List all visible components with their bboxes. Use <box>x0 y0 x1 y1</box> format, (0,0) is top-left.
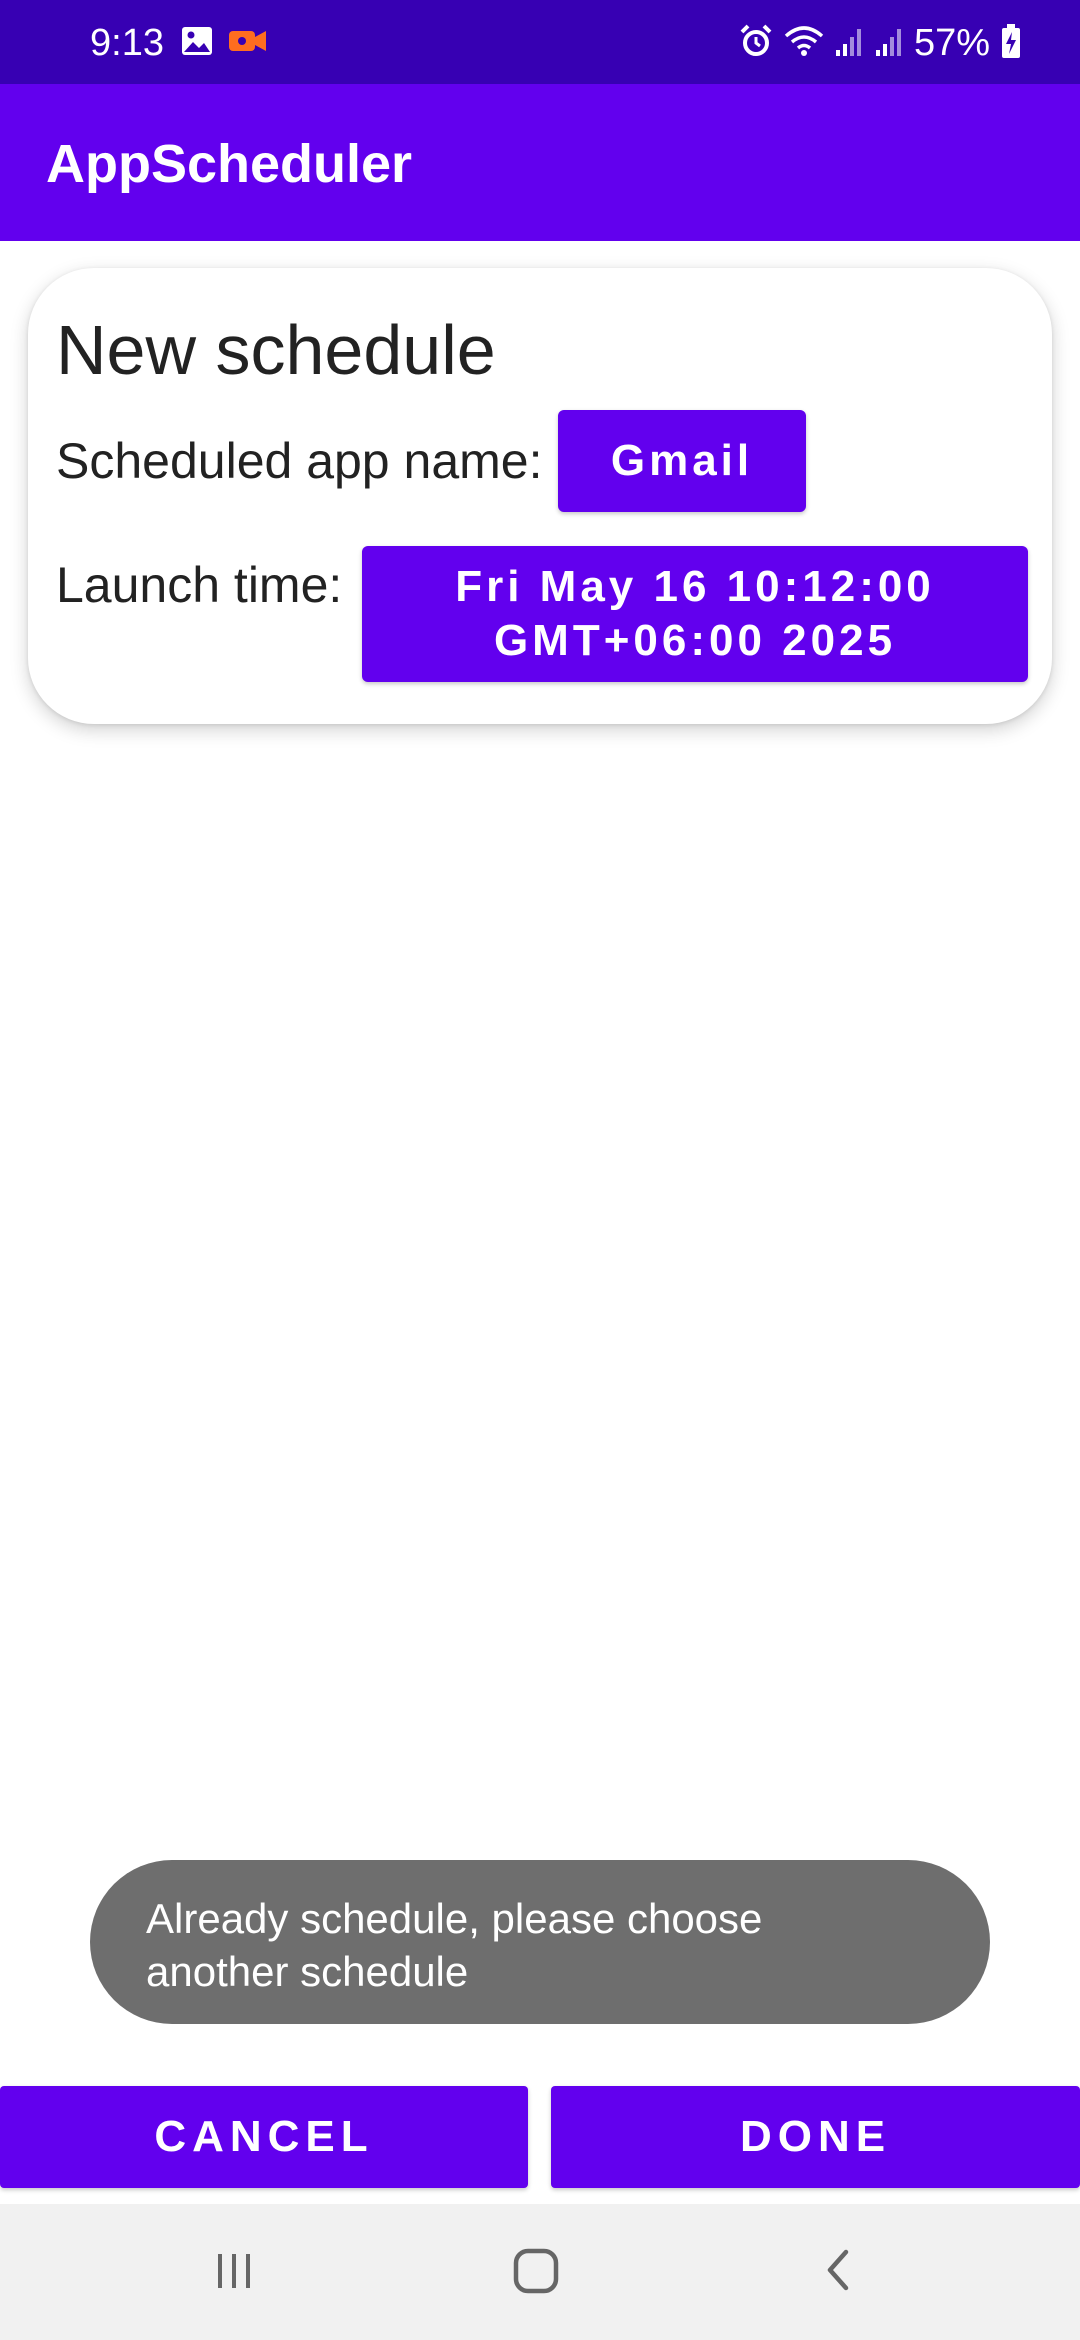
toast-line-2: another schedule <box>146 1948 469 1995</box>
home-button[interactable] <box>476 2232 596 2312</box>
back-icon <box>808 2240 868 2305</box>
gallery-icon <box>180 24 214 63</box>
signal-icon <box>874 24 904 63</box>
card-title: New schedule <box>56 311 496 389</box>
recents-button[interactable] <box>174 2232 294 2312</box>
launch-time-line1: Fri May 16 10:12:00 <box>455 562 935 611</box>
toast-line-1: Already schedule, please choose <box>146 1895 763 1942</box>
launch-time-label: Launch time: <box>56 557 343 613</box>
video-record-icon <box>228 26 268 61</box>
back-button[interactable] <box>778 2232 898 2312</box>
app-title: AppScheduler <box>46 134 413 194</box>
launch-time-button[interactable]: Fri May 16 10:12:00 GMT+06:00 2025 <box>362 546 1028 682</box>
alarm-icon <box>738 23 774 64</box>
status-left-icons <box>180 24 268 63</box>
wifi-icon <box>784 24 824 63</box>
home-icon <box>506 2240 566 2305</box>
battery-charging-icon <box>1000 23 1022 64</box>
recents-icon <box>204 2240 264 2305</box>
status-bar: 9:13 57% <box>0 0 1080 84</box>
scheduled-app-label: Scheduled app name: <box>56 433 543 489</box>
done-button[interactable]: DONE <box>551 2086 1080 2188</box>
toast-text: Already schedule, please choose another … <box>146 1892 946 1998</box>
app-select-button[interactable]: Gmail <box>558 410 806 512</box>
battery-percent: 57% <box>913 22 990 64</box>
system-nav-bar <box>0 2204 1080 2340</box>
cancel-button[interactable]: CANCEL <box>0 2086 528 2188</box>
status-right-icons: 57% <box>738 20 1022 66</box>
launch-time-line2: GMT+06:00 2025 <box>493 616 897 665</box>
signal-icon <box>834 24 864 63</box>
status-time: 9:13 <box>90 22 164 64</box>
toast-message: Already schedule, please choose another … <box>90 1860 990 2024</box>
schedule-card: New schedule Scheduled app name: Gmail L… <box>28 268 1052 724</box>
app-screen: 9:13 57% AppScheduler New schedule Sched… <box>0 0 1080 2340</box>
app-bar: AppScheduler <box>0 84 1080 241</box>
